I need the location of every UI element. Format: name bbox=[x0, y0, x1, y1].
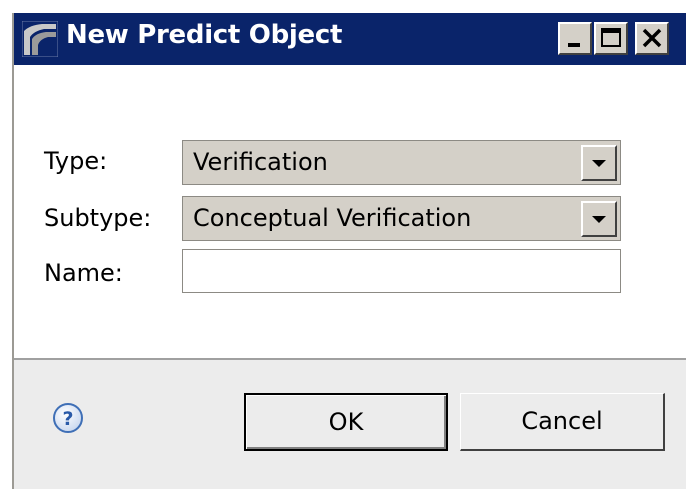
subtype-dropdown-button[interactable] bbox=[581, 201, 617, 237]
subtype-label: Subtype: bbox=[44, 204, 152, 232]
window-title: New Predict Object bbox=[66, 20, 343, 50]
subtype-select-value: Conceptual Verification bbox=[193, 204, 472, 232]
close-icon bbox=[642, 28, 662, 48]
minimize-button[interactable] bbox=[558, 22, 592, 55]
dialog-window: New Predict Object Type: Verification Su… bbox=[12, 13, 686, 489]
type-dropdown-button[interactable] bbox=[581, 145, 617, 181]
chevron-down-icon bbox=[592, 216, 606, 223]
type-select-value: Verification bbox=[193, 148, 328, 176]
app-icon bbox=[22, 21, 58, 57]
svg-text:?: ? bbox=[62, 408, 73, 430]
cancel-button[interactable]: Cancel bbox=[460, 393, 665, 451]
ok-button[interactable]: OK bbox=[244, 393, 448, 451]
type-label: Type: bbox=[44, 147, 108, 175]
minimize-icon bbox=[568, 43, 580, 47]
name-input[interactable] bbox=[182, 249, 621, 293]
name-label: Name: bbox=[44, 259, 123, 287]
chevron-down-icon bbox=[592, 160, 606, 167]
maximize-button[interactable] bbox=[594, 22, 628, 55]
button-bar: ? OK Cancel bbox=[14, 360, 686, 489]
title-bar[interactable]: New Predict Object bbox=[14, 13, 686, 65]
close-button[interactable] bbox=[635, 22, 669, 55]
subtype-select[interactable]: Conceptual Verification bbox=[182, 196, 621, 241]
type-select[interactable]: Verification bbox=[182, 140, 621, 185]
maximize-icon bbox=[601, 28, 621, 47]
help-icon[interactable]: ? bbox=[52, 402, 84, 434]
